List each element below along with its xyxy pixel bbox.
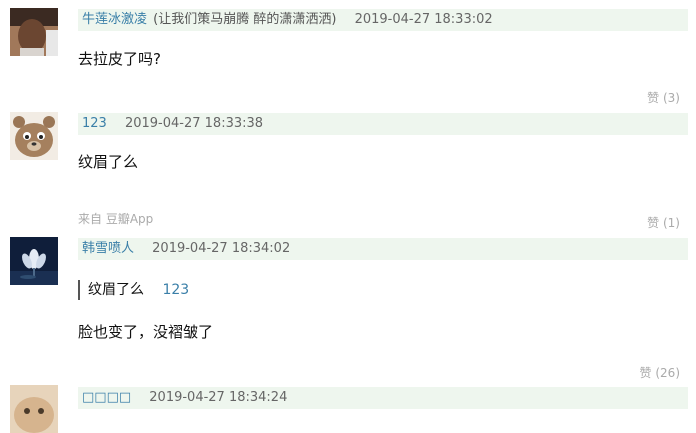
quote-author-link[interactable]: 123 bbox=[162, 282, 189, 298]
like-button[interactable]: 赞 (3) bbox=[647, 89, 680, 106]
comment-time: 2019-04-27 18:33:38 bbox=[124, 116, 264, 131]
comment-meta-bar: □□□□ 2019-04-27 18:34:24 bbox=[78, 387, 688, 409]
author-status: (让我们策马崩腾 醉的潇潇洒洒) bbox=[153, 12, 337, 27]
like-button[interactable]: 赞 (1) bbox=[647, 214, 680, 231]
comment-text: 脸也变了，没褶皱了 bbox=[78, 323, 214, 341]
author-link[interactable]: 牛莲冰激凌 bbox=[82, 12, 147, 27]
lotus-avatar-image bbox=[10, 237, 58, 285]
comment-time: 2019-04-27 18:34:24 bbox=[149, 390, 288, 405]
author-link[interactable]: □□□□ bbox=[82, 390, 131, 405]
like-button[interactable]: 赞 (26) bbox=[640, 364, 680, 381]
avatar[interactable] bbox=[10, 385, 58, 433]
author-link[interactable]: 韩雪喷人 bbox=[82, 241, 134, 256]
comment-text: 去拉皮了吗? bbox=[78, 50, 161, 68]
cat-avatar-image bbox=[10, 385, 58, 433]
quoted-reply: 纹眉了么 123 bbox=[78, 280, 189, 300]
avatar[interactable] bbox=[10, 112, 58, 160]
comment-meta-bar: 123 2019-04-27 18:33:38 bbox=[78, 113, 688, 135]
comment-text: 纹眉了么 bbox=[78, 153, 139, 171]
comment-time: 2019-04-27 18:34:02 bbox=[152, 241, 291, 256]
bear-avatar-image bbox=[10, 112, 58, 160]
avatar[interactable] bbox=[10, 237, 58, 285]
avatar[interactable] bbox=[10, 8, 58, 56]
comment-time: 2019-04-27 18:33:02 bbox=[354, 12, 493, 27]
author-link[interactable]: 123 bbox=[82, 116, 107, 131]
comment-meta-bar: 韩雪喷人 2019-04-27 18:34:02 bbox=[78, 238, 688, 260]
avatar-image bbox=[10, 8, 58, 56]
comment-source: 来自 豆瓣App bbox=[78, 212, 154, 226]
comment-meta-bar: 牛莲冰激凌 (让我们策马崩腾 醉的潇潇洒洒) 2019-04-27 18:33:… bbox=[78, 9, 688, 31]
quote-text: 纹眉了么 bbox=[88, 282, 144, 298]
